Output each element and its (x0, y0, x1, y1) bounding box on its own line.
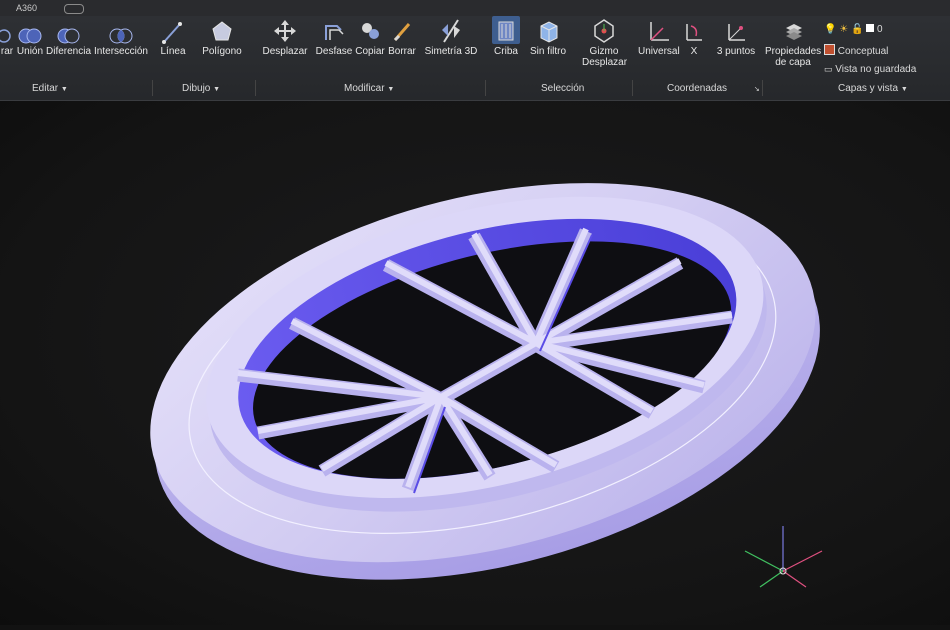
panel-dibujo[interactable]: Dibujo ▼ (182, 83, 220, 94)
offset-label: Desfase (315, 46, 353, 57)
panel-editar-label: Editar (32, 83, 59, 94)
mirror3d-button[interactable]: Simetría 3D (424, 16, 478, 57)
layer-control[interactable]: 💡 ☀ 🔓 0 (824, 24, 883, 35)
intersect-icon (94, 16, 148, 44)
saved-view-value: Vista no guardada (835, 64, 917, 75)
ucs-3point-button[interactable]: 3 puntos (714, 16, 758, 57)
ucs-world-button[interactable]: Universal (638, 16, 680, 57)
layer-properties-icon (765, 16, 821, 44)
gizmo-label: Gizmo (589, 46, 619, 57)
panel-separator (485, 80, 486, 96)
sun-icon: ☀ (839, 24, 849, 35)
subtract-label: rar (0, 46, 14, 57)
move-icon (262, 16, 308, 44)
mirror3d-label: Simetría 3D (424, 46, 478, 57)
chevron-down-icon: ▼ (387, 86, 395, 93)
copy-icon (354, 16, 386, 44)
layer-properties-label: Propiedades (765, 46, 822, 57)
panel-modificar-label: Modificar (344, 83, 385, 94)
ucs-3point-label: 3 puntos (716, 46, 756, 57)
subtract-button[interactable]: rar (0, 16, 14, 57)
ucs-x-icon (682, 16, 706, 44)
panel-capas-vista-label: Capas y vista (838, 83, 899, 94)
ucs-x-label: X (690, 46, 698, 57)
panel-launcher-icon[interactable]: ↘ (754, 86, 760, 93)
union-button[interactable]: Unión (16, 16, 44, 57)
offset-button[interactable]: Desfase (315, 16, 353, 57)
gizmo-label-2: Desplazar (582, 57, 628, 68)
lock-icon: 🔓 (850, 24, 864, 35)
erase-label: Borrar (388, 46, 416, 57)
layer-properties-label-2: de capa (775, 57, 811, 68)
polygon-icon (200, 16, 244, 44)
panel-coordenadas[interactable]: Coordenadas ↘ (667, 83, 760, 94)
ucs-3point-icon (714, 16, 758, 44)
panel-separator (255, 80, 256, 96)
line-button[interactable]: Línea (158, 16, 188, 57)
difference-button[interactable]: Diferencia (46, 16, 92, 57)
layer-name: 0 (877, 24, 883, 35)
ucs-world-icon (638, 16, 678, 44)
visual-style-control[interactable]: Conceptual (824, 44, 888, 57)
view-icon: ▭ (824, 64, 833, 74)
ribbon: rar Unión Diferencia Intersección Línea … (0, 16, 950, 101)
polygon-label: Polígono (202, 46, 242, 57)
ucs-axis-icon (744, 526, 823, 588)
gizmo-icon (582, 16, 626, 44)
panel-editar[interactable]: Editar ▼ (32, 83, 68, 94)
visual-style-value: Conceptual (837, 46, 889, 57)
panel-seleccion-label: Selección (541, 83, 585, 94)
ucs-x-button[interactable]: X (682, 16, 706, 57)
ucs-world-label: Universal (638, 46, 680, 57)
layer-properties-button[interactable]: Propiedades de capa (765, 16, 821, 68)
union-label: Unión (16, 46, 44, 57)
erase-button[interactable]: Borrar (387, 16, 417, 57)
cull-label: Criba (494, 46, 518, 57)
intersect-button[interactable]: Intersección (94, 16, 148, 57)
cube-icon (528, 16, 568, 44)
copy-button[interactable]: Copiar (354, 16, 386, 57)
line-icon (158, 16, 188, 44)
difference-label: Diferencia (46, 46, 92, 57)
union-icon (16, 16, 44, 44)
move-label: Desplazar (262, 46, 308, 57)
title-toggle[interactable] (64, 4, 84, 14)
lightbulb-icon: 💡 (824, 24, 837, 35)
panel-separator (632, 80, 633, 96)
cull-button[interactable]: Criba (492, 16, 520, 57)
app-title: A360 (16, 3, 38, 13)
no-filter-button[interactable]: Sin filtro (528, 16, 568, 57)
visual-style-icon (824, 44, 835, 55)
saved-view-control[interactable]: ▭ Vista no guardada (824, 64, 916, 75)
cull-icon (492, 16, 520, 44)
erase-icon (387, 16, 417, 44)
offset-icon (315, 16, 353, 44)
difference-icon (46, 16, 90, 44)
panel-separator (152, 80, 153, 96)
copy-label: Copiar (355, 46, 385, 57)
panel-separator (762, 80, 763, 96)
model-canvas[interactable] (0, 101, 950, 625)
polygon-button[interactable]: Polígono (200, 16, 244, 57)
mirror-icon (424, 16, 478, 44)
move-button[interactable]: Desplazar (262, 16, 308, 57)
color-swatch-icon (866, 24, 875, 32)
title-bar: A360 (0, 0, 950, 16)
panel-seleccion[interactable]: Selección (541, 83, 584, 94)
subtract-icon (0, 16, 14, 44)
panel-coordenadas-label: Coordenadas (667, 83, 728, 94)
panel-capas-vista[interactable]: Capas y vista ▼ (838, 83, 908, 94)
panel-dibujo-label: Dibujo (182, 83, 211, 94)
gizmo-button[interactable]: Gizmo Desplazar (582, 16, 628, 68)
chevron-down-icon: ▼ (900, 86, 908, 93)
chevron-down-icon: ▼ (60, 86, 68, 93)
intersect-label: Intersección (94, 46, 148, 57)
line-label: Línea (160, 46, 186, 57)
drawing-viewport[interactable] (0, 101, 950, 625)
no-filter-label: Sin filtro (529, 46, 567, 57)
chevron-down-icon: ▼ (213, 86, 221, 93)
panel-modificar[interactable]: Modificar ▼ (344, 83, 394, 94)
